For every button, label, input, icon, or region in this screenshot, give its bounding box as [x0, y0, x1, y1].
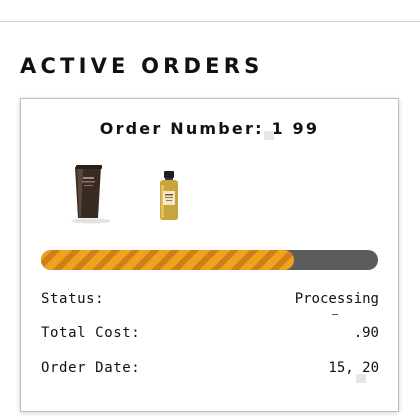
- header-divider: [0, 21, 420, 22]
- product-tube-image: [67, 163, 117, 225]
- status-row: Status: Processing: [41, 291, 379, 313]
- status-label: Status:: [41, 291, 105, 307]
- total-cost-value: .90: [353, 325, 379, 341]
- redacted-mark: [332, 314, 338, 315]
- total-cost-row: Total Cost: .90: [41, 325, 379, 347]
- order-number: Order Number: 1 99: [21, 119, 398, 138]
- product-bottle-image: [152, 169, 186, 223]
- order-date-label: Order Date:: [41, 360, 141, 376]
- redacted-mark: [356, 374, 366, 383]
- page-title: ACTIVE ORDERS: [20, 54, 264, 78]
- order-progress-bar: [41, 250, 378, 270]
- order-date-row: Order Date: 15, 20: [41, 360, 379, 382]
- order-number-label: Order Number:: [99, 119, 264, 138]
- order-card: Order Number: 1 99 Status: Processing To…: [20, 98, 399, 412]
- redacted-mark: [264, 131, 274, 140]
- total-cost-label: Total Cost:: [41, 325, 141, 341]
- order-date-value: 15, 20: [328, 360, 379, 376]
- status-value: Processing: [294, 291, 379, 307]
- order-number-value: 1 99: [271, 119, 320, 138]
- order-progress-fill: [41, 250, 294, 270]
